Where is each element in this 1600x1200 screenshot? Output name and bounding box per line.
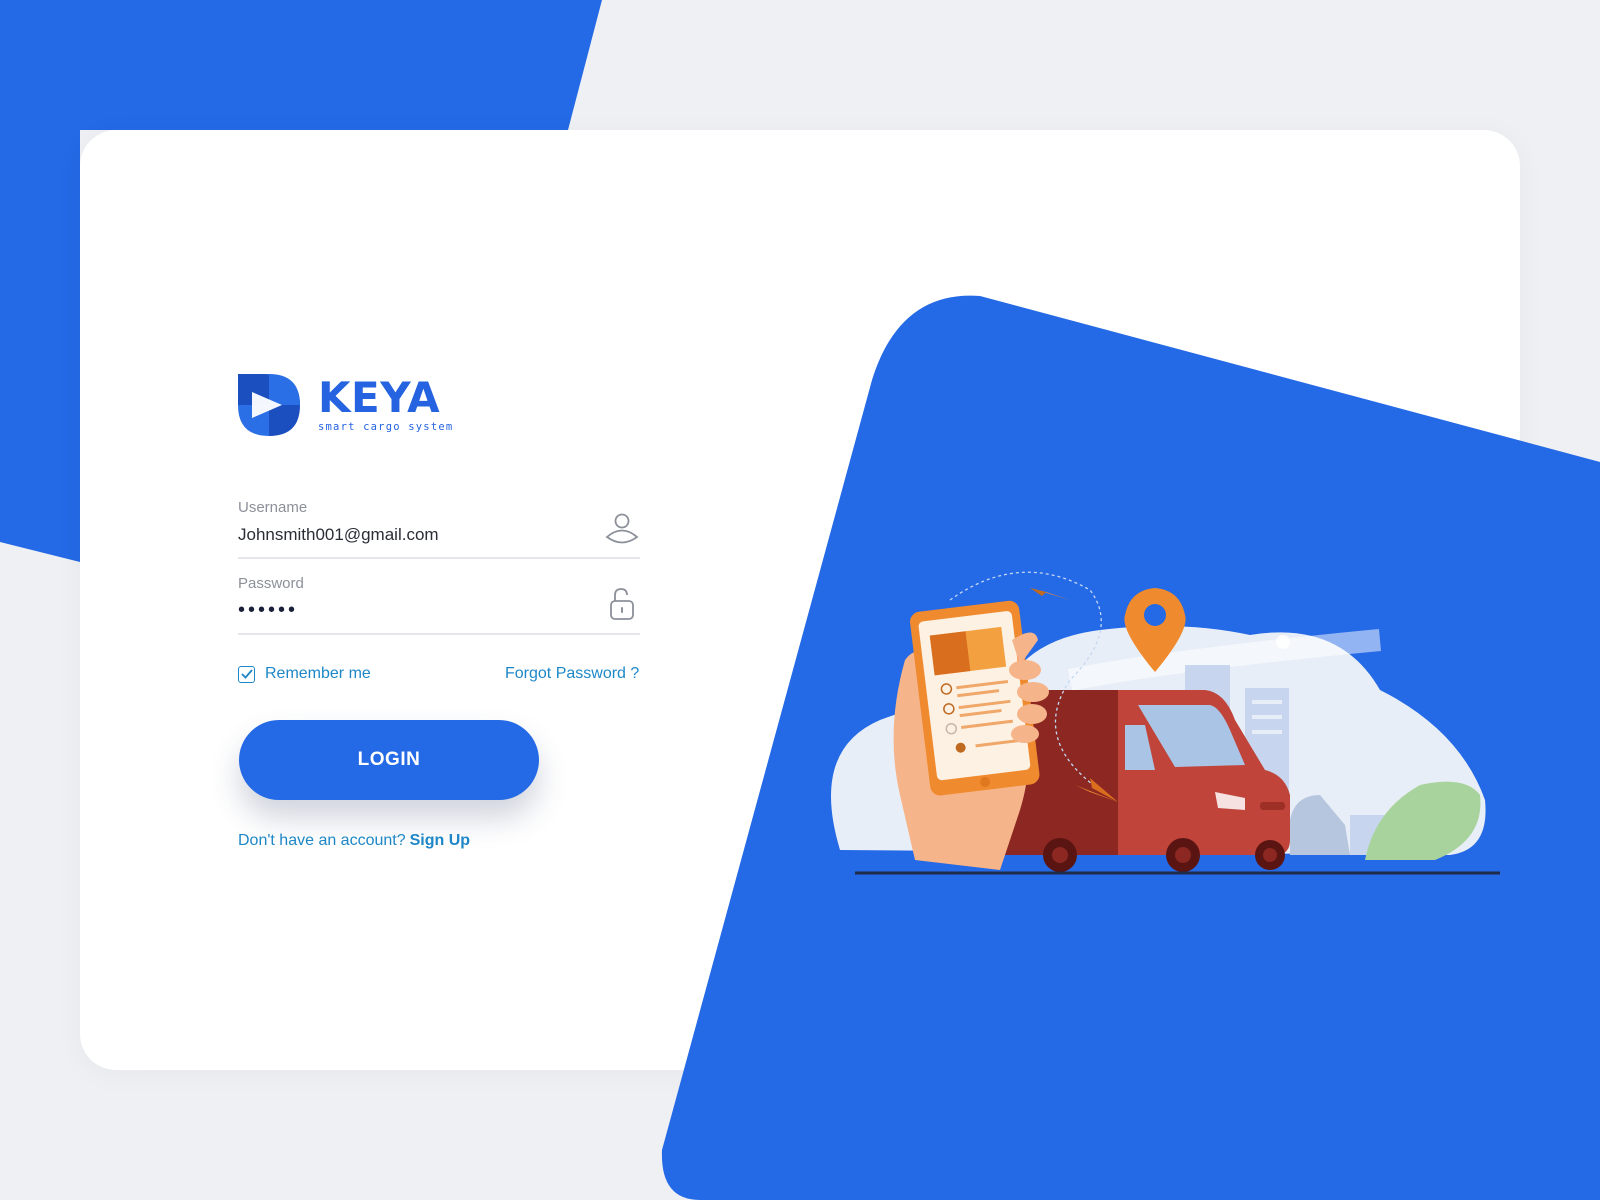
forgot-password-link[interactable]: Forgot Password ? (505, 665, 639, 683)
user-icon (605, 513, 639, 544)
password-field: Password •••••• (238, 571, 640, 635)
keya-logo-icon (238, 374, 300, 436)
signup-prompt: Don't have an account? Sign Up (238, 832, 470, 850)
checkbox-checked-icon[interactable] (238, 665, 255, 683)
username-label: Username (238, 499, 308, 516)
remember-me-label: Remember me (265, 665, 371, 682)
signup-prompt-text: Don't have an account? (238, 832, 406, 849)
remember-me-checkbox[interactable]: Remember me (238, 665, 371, 683)
username-field: Username (238, 495, 640, 559)
delivery-illustration (831, 571, 1500, 875)
signup-link[interactable]: Sign Up (410, 832, 470, 849)
username-input[interactable] (238, 525, 578, 545)
brand-name: KEYA (318, 373, 441, 422)
password-label: Password (238, 575, 304, 592)
login-button[interactable]: LOGIN (239, 720, 539, 800)
brand-logo: KEYA smart cargo system (238, 374, 453, 436)
unlock-icon[interactable] (604, 586, 640, 622)
brand-tagline: smart cargo system (318, 421, 454, 433)
password-input[interactable]: •••••• (238, 599, 578, 622)
